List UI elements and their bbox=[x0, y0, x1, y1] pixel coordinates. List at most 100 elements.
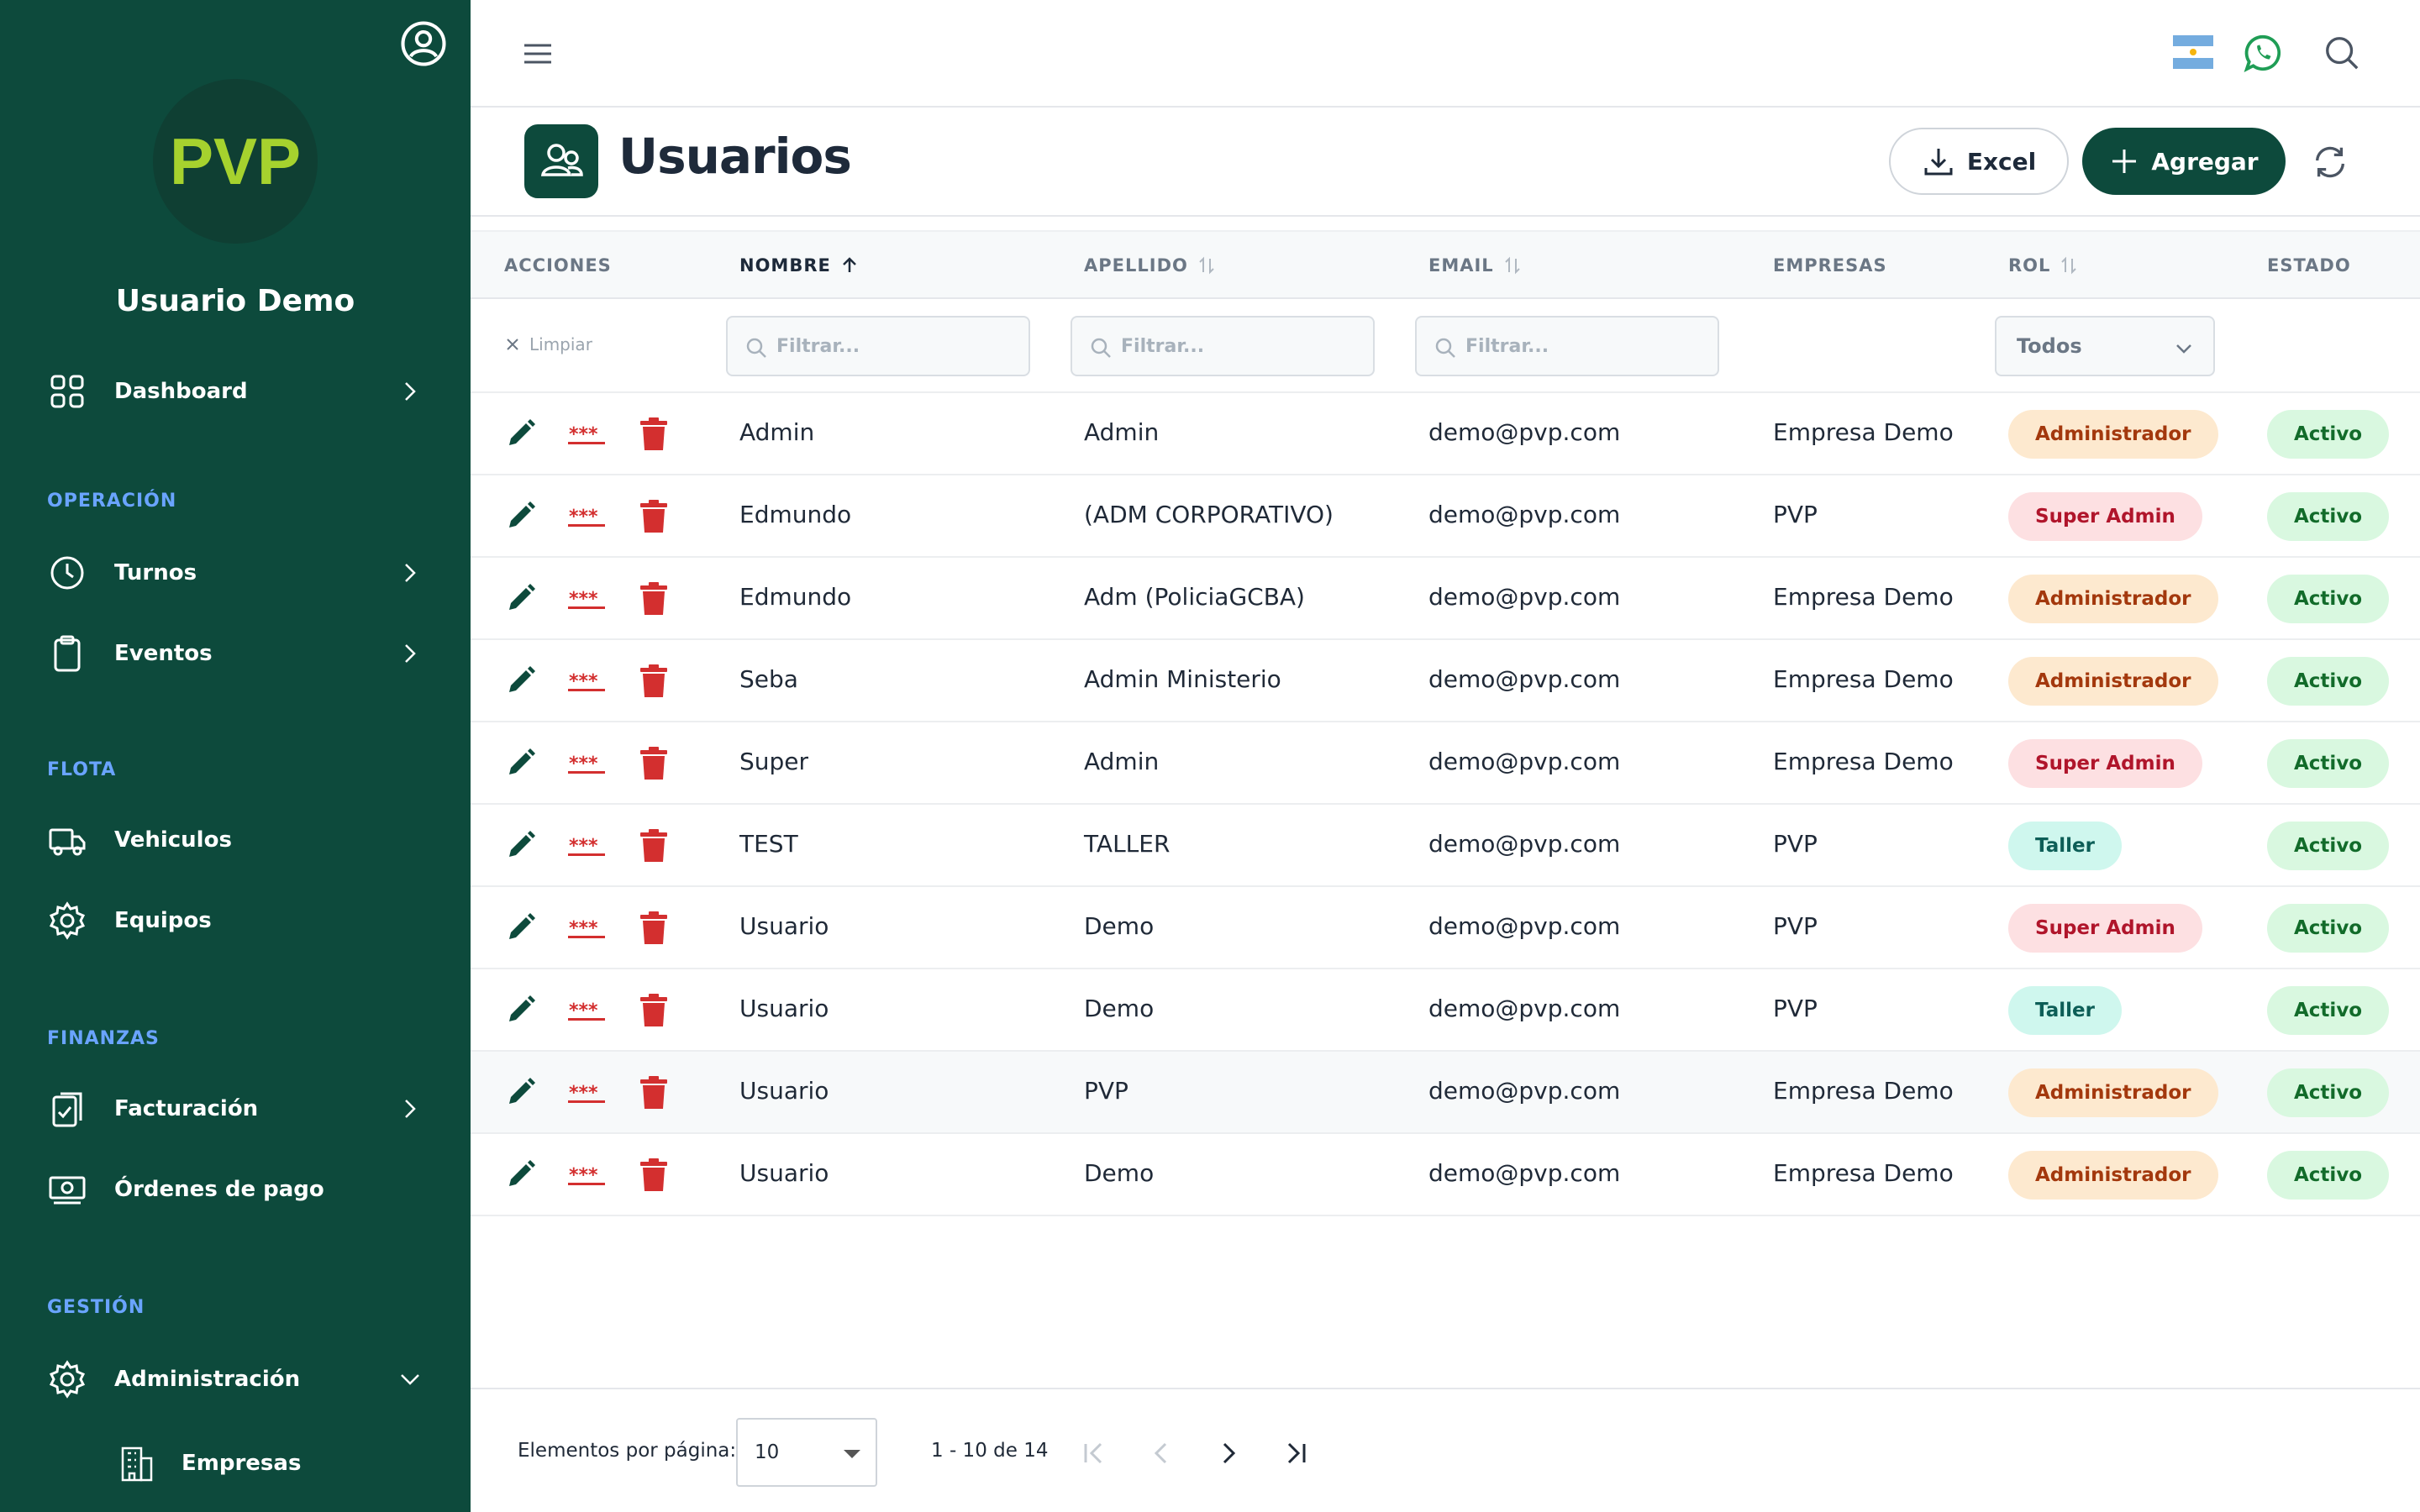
status-badge: Activo bbox=[2267, 575, 2390, 623]
users-icon bbox=[540, 144, 583, 176]
password-icon[interactable]: *** bbox=[568, 506, 605, 528]
cell-empresa: Empresa Demo bbox=[1773, 583, 1954, 611]
status-badge: Activo bbox=[2267, 1068, 2390, 1117]
trash-icon[interactable] bbox=[639, 828, 669, 864]
trash-icon[interactable] bbox=[639, 499, 669, 534]
edit-icon[interactable] bbox=[504, 746, 538, 780]
sidebar-item-label: Dashboard bbox=[114, 379, 248, 404]
edit-icon[interactable] bbox=[504, 499, 538, 533]
cell-nombre: Seba bbox=[739, 665, 798, 693]
edit-icon[interactable] bbox=[504, 664, 538, 697]
trash-icon[interactable] bbox=[639, 993, 669, 1028]
trash-icon[interactable] bbox=[639, 664, 669, 699]
sidebar-item-administracion[interactable]: Administración bbox=[0, 1346, 471, 1413]
sidebar-item-ordenes[interactable]: Órdenes de pago bbox=[0, 1156, 471, 1223]
sidebar-item-facturacion[interactable]: Facturación bbox=[0, 1075, 471, 1142]
sidebar-item-empresas[interactable]: Empresas bbox=[0, 1430, 471, 1497]
password-icon[interactable]: *** bbox=[568, 917, 605, 939]
status-badge: Activo bbox=[2267, 822, 2390, 870]
page-range: 1 - 10 de 14 bbox=[931, 1440, 1049, 1462]
edit-icon[interactable] bbox=[504, 581, 538, 615]
menu-icon[interactable] bbox=[521, 37, 555, 71]
table-row: *** Usuario PVP demo@pvp.com Empresa Demo Adm… bbox=[471, 1052, 2420, 1134]
cell-apellido: (ADM CORPORATIVO) bbox=[1084, 501, 1334, 528]
cell-email: demo@pvp.com bbox=[1428, 995, 1621, 1022]
password-icon[interactable]: *** bbox=[568, 835, 605, 857]
trash-icon[interactable] bbox=[639, 581, 669, 617]
sidebar-item-equipos[interactable]: Equipos bbox=[0, 887, 471, 954]
clear-label: Limpiar bbox=[529, 334, 592, 354]
edit-icon[interactable] bbox=[504, 1075, 538, 1109]
argentina-flag-icon[interactable] bbox=[2173, 35, 2213, 69]
col-apellido-label: APELLIDO bbox=[1084, 255, 1188, 276]
filter-rol-select[interactable]: Todos bbox=[1995, 316, 2215, 376]
edit-icon[interactable] bbox=[504, 1158, 538, 1191]
section-flota: FLOTA bbox=[47, 759, 117, 780]
chevron-down-icon bbox=[2176, 344, 2191, 354]
plus-icon bbox=[2112, 150, 2137, 173]
logo-text: PVP bbox=[169, 123, 302, 198]
trash-icon[interactable] bbox=[639, 746, 669, 781]
col-nombre[interactable]: NOMBRE bbox=[739, 255, 860, 276]
sidebar-item-label: Eventos bbox=[114, 641, 213, 666]
edit-icon[interactable] bbox=[504, 828, 538, 862]
sidebar-item-turnos[interactable]: Turnos bbox=[0, 539, 471, 606]
sidebar-item-vehiculos[interactable]: Vehiculos bbox=[0, 806, 471, 874]
filter-nombre-input[interactable]: Filtrar... bbox=[726, 316, 1030, 376]
password-icon[interactable]: *** bbox=[568, 1082, 605, 1104]
user-account-icon[interactable] bbox=[400, 20, 447, 67]
trash-icon[interactable] bbox=[639, 911, 669, 946]
password-icon[interactable]: *** bbox=[568, 1000, 605, 1021]
sidebar-item-eventos[interactable]: Eventos bbox=[0, 620, 471, 687]
trash-icon[interactable] bbox=[639, 1075, 669, 1110]
cell-empresa: PVP bbox=[1773, 501, 1818, 528]
password-icon[interactable]: *** bbox=[568, 588, 605, 610]
excel-button[interactable]: Excel bbox=[1889, 128, 2069, 195]
sort-icon bbox=[1199, 256, 1214, 275]
table-row: *** Admin Admin demo@pvp.com Empresa Demo Adm… bbox=[471, 393, 2420, 475]
next-page-icon[interactable] bbox=[1212, 1436, 1245, 1470]
filter-rol-value: Todos bbox=[2017, 334, 2082, 358]
password-icon[interactable]: *** bbox=[568, 670, 605, 692]
cell-email: demo@pvp.com bbox=[1428, 665, 1621, 693]
sidebar-item-label: Empresas bbox=[182, 1451, 302, 1476]
role-badge: Administrador bbox=[2008, 575, 2218, 623]
trash-icon[interactable] bbox=[639, 417, 669, 452]
filter-apellido-input[interactable]: Filtrar... bbox=[1071, 316, 1375, 376]
refresh-icon[interactable] bbox=[2311, 143, 2349, 181]
sidebar: PVP Usuario Demo Dashboard OPERACIÓN Tur… bbox=[0, 0, 471, 1512]
cell-email: demo@pvp.com bbox=[1428, 748, 1621, 775]
trash-icon[interactable] bbox=[639, 1158, 669, 1193]
edit-icon[interactable] bbox=[504, 417, 538, 450]
filter-email-input[interactable]: Filtrar... bbox=[1415, 316, 1719, 376]
per-page-select[interactable]: 10 bbox=[736, 1418, 877, 1487]
clear-filters-button[interactable]: Limpiar bbox=[504, 334, 592, 354]
search-icon[interactable] bbox=[2323, 34, 2361, 72]
add-button[interactable]: Agregar bbox=[2082, 128, 2286, 195]
password-icon[interactable]: *** bbox=[568, 423, 605, 445]
paginator: Elementos por página: 10 1 - 10 de 14 bbox=[471, 1388, 2420, 1512]
last-page-icon[interactable] bbox=[1279, 1436, 1313, 1470]
cell-nombre: Usuario bbox=[739, 912, 829, 940]
edit-icon[interactable] bbox=[504, 911, 538, 944]
cell-apellido: PVP bbox=[1084, 1077, 1128, 1105]
chevron-right-icon bbox=[405, 1100, 416, 1118]
status-badge: Activo bbox=[2267, 986, 2390, 1035]
cell-empresa: Empresa Demo bbox=[1773, 665, 1954, 693]
table-row: *** Edmundo Adm (PoliciaGCBA) demo@pvp.com E… bbox=[471, 558, 2420, 640]
password-icon[interactable]: *** bbox=[568, 753, 605, 774]
prev-page-icon[interactable] bbox=[1144, 1436, 1178, 1470]
col-rol[interactable]: ROL bbox=[2008, 255, 2079, 276]
col-email[interactable]: EMAIL bbox=[1428, 255, 1523, 276]
edit-icon[interactable] bbox=[504, 993, 538, 1026]
clock-icon bbox=[50, 556, 84, 590]
role-badge: Super Admin bbox=[2008, 492, 2202, 541]
password-icon[interactable]: *** bbox=[568, 1164, 605, 1186]
whatsapp-icon[interactable] bbox=[2244, 34, 2282, 72]
table-row: *** TEST TALLER demo@pvp.com PVP Taller Activo bbox=[471, 805, 2420, 887]
table-row: *** Edmundo (ADM CORPORATIVO) demo@pvp.com P… bbox=[471, 475, 2420, 558]
first-page-icon[interactable] bbox=[1077, 1436, 1111, 1470]
col-apellido[interactable]: APELLIDO bbox=[1084, 255, 1217, 276]
sidebar-item-dashboard[interactable]: Dashboard bbox=[0, 358, 471, 425]
cell-empresa: Empresa Demo bbox=[1773, 1077, 1954, 1105]
